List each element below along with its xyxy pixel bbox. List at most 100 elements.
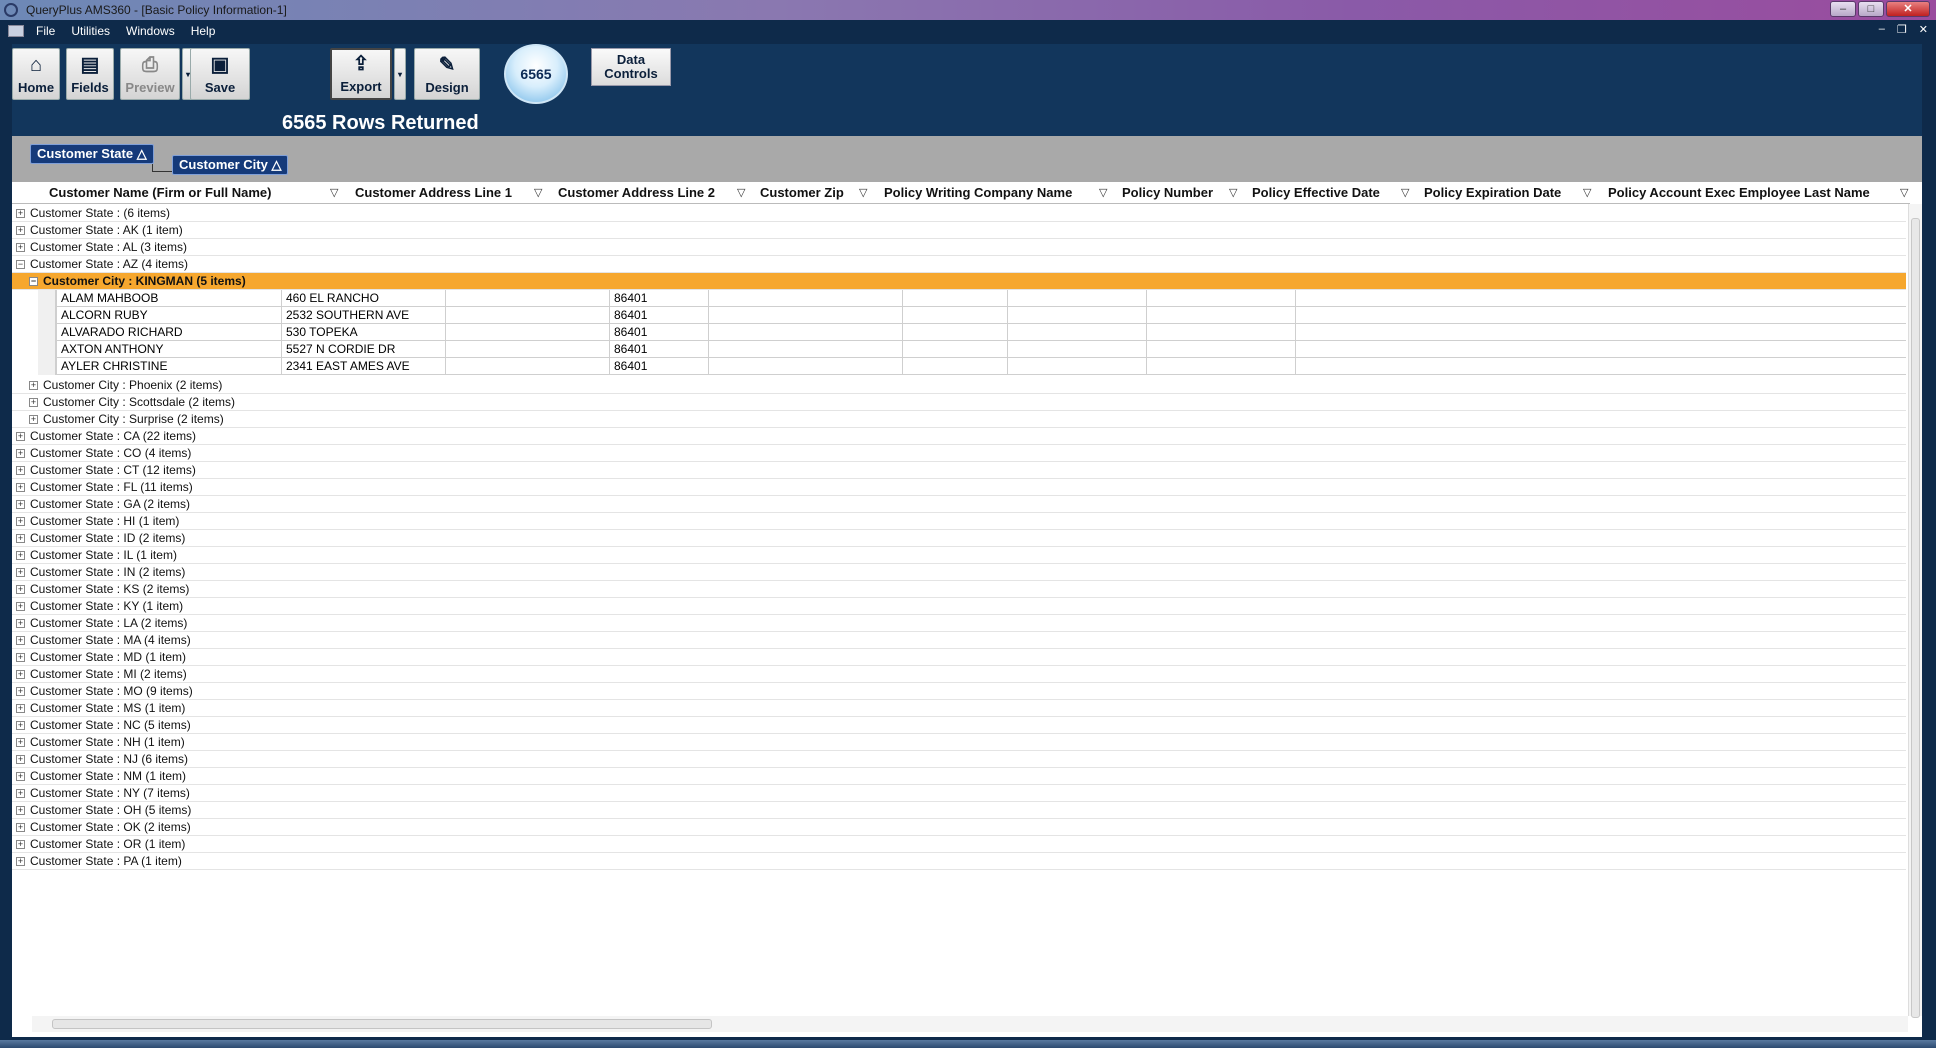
expand-icon[interactable]: + — [29, 398, 38, 407]
expand-icon[interactable]: + — [16, 209, 25, 218]
mdi-restore-icon[interactable]: ❐ — [1897, 23, 1907, 36]
group-row-state[interactable]: + Customer State : PA (1 item) — [12, 853, 1906, 870]
row-selector[interactable] — [38, 324, 56, 341]
vertical-scrollbar[interactable] — [1908, 204, 1922, 1018]
group-row-state[interactable]: + Customer State : MI (2 items) — [12, 666, 1906, 683]
group-row-state[interactable]: + Customer State : GA (2 items) — [12, 496, 1906, 513]
table-cell[interactable] — [1295, 290, 1906, 307]
table-cell[interactable] — [708, 341, 902, 358]
row-count-orb[interactable]: 6565 — [504, 44, 568, 104]
table-cell[interactable] — [445, 324, 609, 341]
group-row-city[interactable]: + Customer City : Surprise (2 items) — [12, 411, 1906, 428]
filter-icon[interactable]: ▽ — [534, 182, 542, 204]
column-header-customer-name[interactable]: Customer Name (Firm or Full Name) — [49, 182, 272, 204]
system-menu-icon[interactable] — [8, 25, 24, 37]
group-row-state[interactable]: + Customer State : LA (2 items) — [12, 615, 1906, 632]
table-cell[interactable] — [708, 324, 902, 341]
fields-button[interactable]: ▤ Fields — [66, 48, 114, 100]
menu-utilities[interactable]: Utilities — [67, 24, 122, 38]
group-row-state[interactable]: + Customer State : MO (9 items) — [12, 683, 1906, 700]
group-row-state[interactable]: + Customer State : NC (5 items) — [12, 717, 1906, 734]
group-row-state[interactable]: + Customer State : ID (2 items) — [12, 530, 1906, 547]
expand-icon[interactable]: + — [16, 226, 25, 235]
expand-icon[interactable]: + — [16, 857, 25, 866]
expand-icon[interactable]: + — [16, 772, 25, 781]
group-row-state[interactable]: + Customer State : MS (1 item) — [12, 700, 1906, 717]
table-row[interactable]: AXTON ANTHONY 5527 N CORDIE DR 86401 — [38, 341, 1906, 358]
table-cell[interactable] — [1146, 341, 1295, 358]
table-cell[interactable] — [1295, 341, 1906, 358]
table-cell[interactable] — [1295, 324, 1906, 341]
table-cell[interactable] — [1295, 358, 1906, 375]
design-button[interactable]: ✎ Design — [414, 48, 480, 100]
table-cell[interactable]: ALCORN RUBY — [56, 307, 281, 324]
home-button[interactable]: ⌂ Home — [12, 48, 60, 100]
expand-icon[interactable]: + — [16, 466, 25, 475]
table-cell[interactable]: ALVARADO RICHARD — [56, 324, 281, 341]
table-cell[interactable] — [445, 307, 609, 324]
table-row[interactable]: ALVARADO RICHARD 530 TOPEKA 86401 — [38, 324, 1906, 341]
table-cell[interactable] — [1007, 324, 1146, 341]
column-header-account-exec[interactable]: Policy Account Exec Employee Last Name — [1608, 182, 1870, 204]
group-row-state[interactable]: + Customer State : NY (7 items) — [12, 785, 1906, 802]
row-selector[interactable] — [38, 307, 56, 324]
group-row-state[interactable]: − Customer State : AZ (4 items) — [12, 256, 1906, 273]
table-cell[interactable]: 86401 — [609, 324, 708, 341]
column-header-effective-date[interactable]: Policy Effective Date — [1252, 182, 1380, 204]
table-cell[interactable] — [1007, 307, 1146, 324]
menu-file[interactable]: File — [32, 24, 67, 38]
expand-icon[interactable]: + — [16, 243, 25, 252]
table-cell[interactable]: 2532 SOUTHERN AVE — [281, 307, 445, 324]
collapse-icon[interactable]: − — [16, 260, 25, 269]
group-row-state[interactable]: + Customer State : MA (4 items) — [12, 632, 1906, 649]
mdi-minimize-icon[interactable]: – — [1879, 23, 1885, 36]
expand-icon[interactable]: + — [16, 738, 25, 747]
table-row[interactable]: ALCORN RUBY 2532 SOUTHERN AVE 86401 — [38, 307, 1906, 324]
expand-icon[interactable]: + — [16, 500, 25, 509]
row-selector[interactable] — [38, 290, 56, 307]
expand-icon[interactable]: + — [16, 619, 25, 628]
table-cell[interactable] — [1007, 341, 1146, 358]
menu-help[interactable]: Help — [187, 24, 228, 38]
group-row-state[interactable]: + Customer State : KS (2 items) — [12, 581, 1906, 598]
group-row-state[interactable]: + Customer State : (6 items) — [12, 205, 1906, 222]
save-button[interactable]: ▣ Save — [190, 48, 250, 100]
expand-icon[interactable]: + — [16, 823, 25, 832]
mdi-close-icon[interactable]: ✕ — [1919, 23, 1928, 36]
table-cell[interactable] — [902, 290, 1007, 307]
expand-icon[interactable]: + — [16, 568, 25, 577]
table-cell[interactable] — [708, 307, 902, 324]
expand-icon[interactable]: + — [16, 687, 25, 696]
expand-icon[interactable]: + — [16, 517, 25, 526]
maximize-button[interactable]: □ — [1858, 1, 1884, 17]
group-row-city[interactable]: + Customer City : Phoenix (2 items) — [12, 377, 1906, 394]
table-cell[interactable]: 86401 — [609, 307, 708, 324]
table-cell[interactable] — [1007, 290, 1146, 307]
group-row-state[interactable]: + Customer State : OK (2 items) — [12, 819, 1906, 836]
group-row-state[interactable]: + Customer State : IL (1 item) — [12, 547, 1906, 564]
table-cell[interactable] — [1295, 307, 1906, 324]
expand-icon[interactable]: + — [16, 449, 25, 458]
table-cell[interactable]: 530 TOPEKA — [281, 324, 445, 341]
row-selector[interactable] — [38, 358, 56, 375]
group-row-state[interactable]: + Customer State : IN (2 items) — [12, 564, 1906, 581]
group-row-state[interactable]: + Customer State : NM (1 item) — [12, 768, 1906, 785]
export-dropdown-button[interactable]: ▾ — [394, 48, 406, 100]
table-cell[interactable] — [445, 341, 609, 358]
expand-icon[interactable]: + — [16, 534, 25, 543]
table-cell[interactable]: ALAM MAHBOOB — [56, 290, 281, 307]
group-chip-customer-city[interactable]: Customer City △ — [172, 155, 289, 175]
filter-icon[interactable]: ▽ — [859, 182, 867, 204]
group-row-city[interactable]: − Customer City : KINGMAN (5 items) — [12, 273, 1906, 290]
filter-icon[interactable]: ▽ — [1900, 182, 1908, 204]
table-cell[interactable] — [445, 358, 609, 375]
table-cell[interactable] — [902, 324, 1007, 341]
table-cell[interactable] — [902, 307, 1007, 324]
table-cell[interactable]: 460 EL RANCHO — [281, 290, 445, 307]
row-selector[interactable] — [38, 341, 56, 358]
table-cell[interactable]: 2341 EAST AMES AVE — [281, 358, 445, 375]
group-row-state[interactable]: + Customer State : KY (1 item) — [12, 598, 1906, 615]
expand-icon[interactable]: + — [16, 585, 25, 594]
table-cell[interactable] — [708, 358, 902, 375]
group-row-state[interactable]: + Customer State : FL (11 items) — [12, 479, 1906, 496]
